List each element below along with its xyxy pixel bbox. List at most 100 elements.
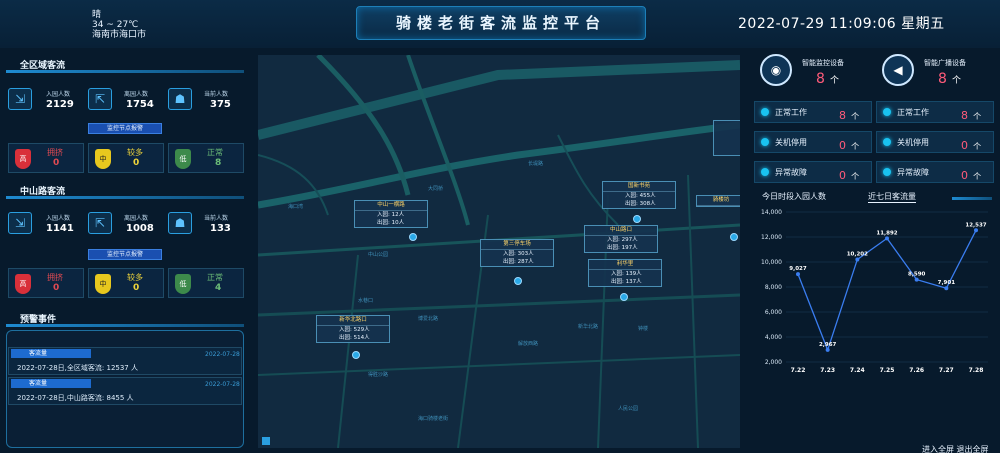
state-label: 异常故障 — [775, 168, 807, 177]
alert-item[interactable]: 客流量 2022-07-28 2022-07-28日,中山路客流: 8455 人 — [8, 377, 242, 405]
status-dot-icon — [883, 168, 891, 176]
data-point — [974, 228, 978, 233]
data-label: 7,901 — [938, 280, 956, 286]
map-pin-icon[interactable] — [620, 293, 628, 301]
enter-icon: ⇲ — [8, 212, 32, 234]
callout-out: 出园: 308人 — [625, 201, 656, 207]
weather-text: 晴 — [92, 10, 102, 20]
weather-widget: 晴 34 ~ 27℃ 海南市海口市 — [92, 10, 146, 40]
map-label: 钟楼 — [638, 326, 649, 332]
monitor-alarm-button[interactable]: 监控节点报警 — [88, 123, 162, 134]
device-count: 8 — [938, 71, 947, 87]
device-state: 异常故障 0 个 — [754, 161, 872, 183]
map-callout[interactable]: 中山一横路 入园: 12人 出园: 10人 — [354, 200, 428, 228]
section-divider — [6, 70, 244, 73]
tab-today-entries[interactable]: 今日时段入园人数 — [762, 191, 826, 202]
device-count-wrap: 8 个 — [938, 68, 961, 87]
map-pin-icon[interactable] — [409, 233, 417, 241]
alert-date: 2022-07-28 — [205, 381, 240, 388]
map-callout[interactable]: 骑楼坊 — [696, 195, 740, 207]
seven-day-chart: 2,000 4,000 6,000 8,000 10,000 12,000 14,000 7.… — [761, 209, 988, 374]
map-pin-icon[interactable] — [730, 233, 738, 241]
callout-out: 出园: 287人 — [503, 259, 534, 265]
map-callout[interactable]: 国新书苑 入园: 455人 出园: 308人 — [602, 181, 676, 209]
level-value: 0 — [53, 283, 60, 293]
data-label: 2,967 — [819, 342, 837, 348]
map-callout-partial[interactable] — [713, 120, 740, 156]
device-state: 异常故障 0 个 — [876, 161, 994, 183]
camera-icon: ◉ — [760, 54, 792, 86]
data-point — [944, 286, 949, 291]
state-label: 关机停用 — [897, 138, 929, 147]
status-dot-icon — [883, 138, 891, 146]
stat-exit-all: ⇱ 离园人数 1754 — [86, 86, 164, 120]
data-label: 11,892 — [876, 230, 897, 236]
device-broadcast: ◀ 智能广播设备 8 个 — [882, 52, 990, 92]
stat-label: 入园人数 — [46, 91, 71, 98]
alert-tag: 客流量 — [11, 379, 91, 388]
map-label: 海口湾 — [288, 204, 304, 210]
state-label: 异常故障 — [897, 168, 929, 177]
enter-icon: ⇲ — [8, 88, 32, 110]
callout-in: 入园: 455人 — [625, 193, 656, 199]
device-state: 正常工作 8 个 — [754, 101, 872, 123]
callout-out: 出园: 137人 — [611, 279, 642, 285]
map-callout[interactable]: 利华里 入园: 139人 出园: 137人 — [588, 259, 662, 287]
level-card-low: 低 正常 8 — [168, 143, 244, 173]
state-unit: 个 — [973, 172, 982, 181]
state-value: 0 — [961, 139, 968, 152]
callout-in: 入园: 297人 — [607, 237, 638, 243]
stat-value: 375 — [210, 99, 231, 110]
y-tick-label: 2,000 — [765, 359, 782, 366]
map-callout[interactable]: 新华北路口 入园: 529人 出园: 514人 — [316, 315, 390, 343]
title-frame: 骑楼老街客流监控平台 — [356, 6, 646, 40]
callout-name: 第三停车场 — [481, 240, 553, 250]
x-tick-label: 7.22 — [791, 367, 806, 374]
map-label: 海口骑楼老街 — [418, 416, 449, 422]
level-card-high: 高 拥挤 0 — [8, 268, 84, 298]
callout-in: 入园: 139人 — [611, 271, 642, 277]
map-label: 博爱北路 — [418, 316, 439, 322]
map-label: 解放西路 — [518, 341, 539, 347]
device-count: 8 — [816, 71, 825, 87]
stat-label: 离园人数 — [124, 91, 149, 98]
device-state: 关机停用 0 个 — [754, 131, 872, 153]
datetime-display: 2022-07-29 11:09:06 星期五 — [738, 16, 945, 32]
fullscreen-toggle[interactable]: 进入全屏 退出全屏 — [922, 444, 989, 453]
alert-item[interactable]: 客流量 2022-07-28 2022-07-28日,全区域客流: 12537 … — [8, 347, 242, 375]
state-unit: 个 — [851, 172, 860, 181]
callout-name: 中山路口 — [585, 226, 657, 236]
level-card-medium: 中 较多 0 — [88, 268, 164, 298]
map-pin-icon[interactable] — [514, 277, 522, 285]
state-unit: 个 — [973, 112, 982, 121]
map-callout[interactable]: 第三停车场 入园: 303人 出园: 287人 — [480, 239, 554, 267]
map-callout[interactable]: 中山路口 入园: 297人 出园: 197人 — [584, 225, 658, 253]
level-name: 较多 — [127, 273, 143, 282]
map-view[interactable]: 长堤路 大同桥 海口湾 中山公园 水巷口 博爱北路 解放西路 新华北路 得胜沙路… — [258, 55, 740, 448]
state-label: 正常工作 — [775, 108, 807, 117]
callout-name: 新华北路口 — [317, 316, 389, 326]
x-tick-label: 7.24 — [850, 367, 865, 374]
map-pin-icon[interactable] — [633, 215, 641, 223]
status-dot-icon — [883, 108, 891, 116]
device-count-wrap: 8 个 — [816, 68, 839, 87]
map-pin-icon[interactable] — [352, 351, 360, 359]
data-point — [855, 257, 860, 262]
people-icon: ☗ — [168, 88, 192, 110]
tab-seven-day[interactable]: 近七日客流量 — [868, 191, 916, 203]
callout-out: 出园: 10人 — [377, 220, 405, 226]
map-label: 人民公园 — [618, 406, 639, 412]
data-point — [796, 272, 800, 277]
device-state: 关机停用 0 个 — [876, 131, 994, 153]
state-unit: 个 — [851, 142, 860, 151]
y-tick-label: 8,000 — [765, 284, 782, 291]
stat-value: 133 — [210, 223, 231, 234]
level-value: 0 — [133, 283, 140, 293]
stat-value: 1008 — [126, 223, 154, 234]
data-point — [885, 236, 889, 241]
page-title: 骑楼老街客流监控平台 — [395, 14, 606, 32]
stat-value: 2129 — [46, 99, 74, 110]
map-label: 水巷口 — [358, 298, 374, 304]
monitor-alarm-button[interactable]: 监控节点报警 — [88, 249, 162, 260]
stat-current-all: ☗ 当前人数 375 — [166, 86, 244, 120]
